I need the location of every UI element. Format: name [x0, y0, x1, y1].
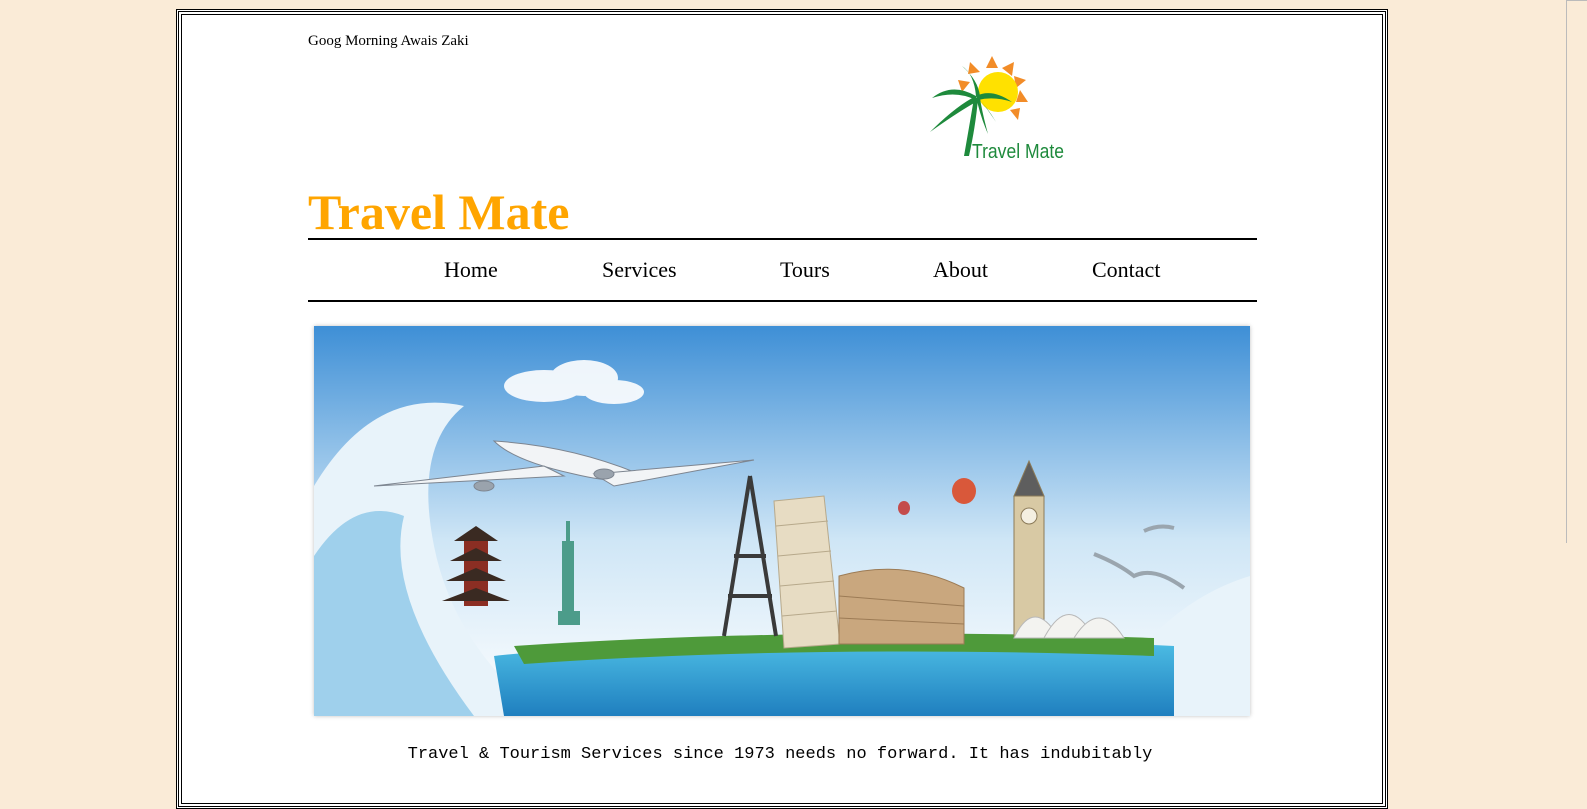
logo-text: Travel Mate: [972, 141, 1064, 163]
hero-travel-landmarks-image: [314, 326, 1250, 716]
greeting-text: Goog Morning Awais Zaki: [308, 33, 469, 49]
nav-tours-link[interactable]: Tours: [780, 257, 830, 283]
window-edge-top: [1566, 0, 1587, 1]
nav-home-link[interactable]: Home: [444, 257, 498, 283]
nav-services-link[interactable]: Services: [602, 257, 677, 283]
colosseum-icon: [838, 568, 965, 645]
main-nav: Home Services Tours About Contact: [308, 238, 1257, 302]
sun-icon: [978, 72, 1018, 112]
nav-about-link[interactable]: About: [933, 257, 988, 283]
intro-paragraph: Travel & Tourism Services since 1973 nee…: [407, 745, 1153, 764]
site-title: Travel Mate: [308, 184, 570, 240]
big-ben-icon: [1013, 459, 1045, 637]
travel-mate-logo[interactable]: Travel Mate: [922, 52, 1072, 164]
window-edge: [1566, 0, 1567, 543]
nav-contact-link[interactable]: Contact: [1092, 257, 1160, 283]
